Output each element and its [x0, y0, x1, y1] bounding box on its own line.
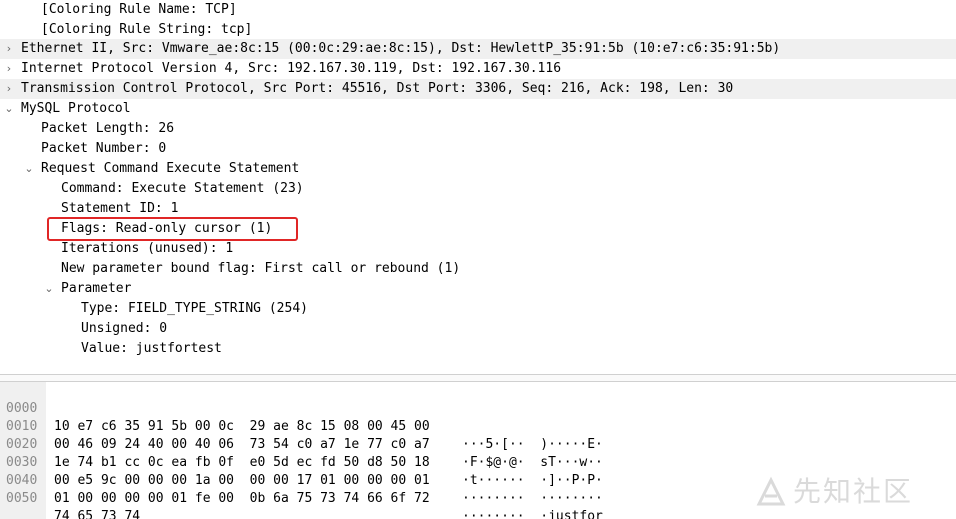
detail-row-packet-number[interactable]: Packet Number: 0 — [0, 139, 956, 159]
detail-row-parameter[interactable]: ⌄ Parameter — [0, 279, 956, 299]
bytes-row[interactable]: 0000 10 e7 c6 35 91 5b 00 0c 29 ae 8c 15… — [0, 382, 956, 452]
bytes-row[interactable]: 0030 00 e5 9c 00 00 00 1a 00 00 00 17 01… — [0, 436, 956, 506]
detail-row-iterations[interactable]: Iterations (unused): 1 — [0, 239, 956, 259]
detail-row-tcp[interactable]: › Transmission Control Protocol, Src Por… — [0, 79, 956, 99]
flags-highlight-box — [47, 217, 298, 241]
watermark-text: 先知社区 — [793, 475, 914, 508]
detail-row-value[interactable]: Value: justfortest — [0, 339, 956, 359]
detail-row-unsigned[interactable]: Unsigned: 0 — [0, 319, 956, 339]
hex-bytes[interactable]: 74 65 73 74 — [54, 508, 140, 519]
detail-row-type[interactable]: Type: FIELD_TYPE_STRING (254) — [0, 299, 956, 319]
detail-row-coloring-rule-name[interactable]: [Coloring Rule Name: TCP] — [0, 0, 956, 20]
detail-row-new-param-bound-flag[interactable]: New parameter bound flag: First call or … — [0, 259, 956, 279]
watermark-logo-icon — [756, 476, 786, 506]
hex-bytes[interactable]: 01 00 00 00 00 01 fe 00 0b 6a 75 73 74 6… — [54, 490, 430, 508]
packet-details-pane: [Coloring Rule Name: TCP] [Coloring Rule… — [0, 0, 956, 372]
expand-chevron-icon[interactable]: › — [2, 59, 16, 79]
pane-splitter[interactable] — [0, 374, 956, 382]
byte-offset: 0050 — [6, 491, 38, 506]
detail-row-ethernet[interactable]: › Ethernet II, Src: Vmware_ae:8c:15 (00:… — [0, 39, 956, 59]
ascii-bytes[interactable]: ········ ········ — [462, 490, 603, 508]
collapse-chevron-icon[interactable]: ⌄ — [2, 99, 16, 119]
collapse-chevron-icon[interactable]: ⌄ — [42, 279, 56, 299]
ascii-bytes[interactable]: ········ ·justfor — [462, 508, 603, 519]
expand-chevron-icon[interactable]: › — [2, 39, 16, 59]
bytes-row[interactable]: 0020 1e 74 b1 cc 0c ea fb 0f e0 5d ec fd… — [0, 418, 956, 488]
detail-row-command[interactable]: Command: Execute Statement (23) — [0, 179, 956, 199]
collapse-chevron-icon[interactable]: ⌄ — [22, 159, 36, 179]
bytes-row[interactable]: 0040 01 00 00 00 00 01 fe 00 0b 6a 75 73… — [0, 454, 956, 519]
detail-row-ipv4[interactable]: › Internet Protocol Version 4, Src: 192.… — [0, 59, 956, 79]
detail-row-request-command[interactable]: ⌄ Request Command Execute Statement — [0, 159, 956, 179]
watermark: 先知社区 — [755, 472, 945, 512]
bytes-row[interactable]: 0010 00 46 09 24 40 00 40 06 73 54 c0 a7… — [0, 400, 956, 470]
detail-row-mysql[interactable]: ⌄ MySQL Protocol — [0, 99, 956, 119]
detail-row-coloring-rule-string[interactable]: [Coloring Rule String: tcp] — [0, 20, 956, 40]
detail-row-statement-id[interactable]: Statement ID: 1 — [0, 199, 956, 219]
expand-chevron-icon[interactable]: › — [2, 79, 16, 99]
detail-row-packet-length[interactable]: Packet Length: 26 — [0, 119, 956, 139]
